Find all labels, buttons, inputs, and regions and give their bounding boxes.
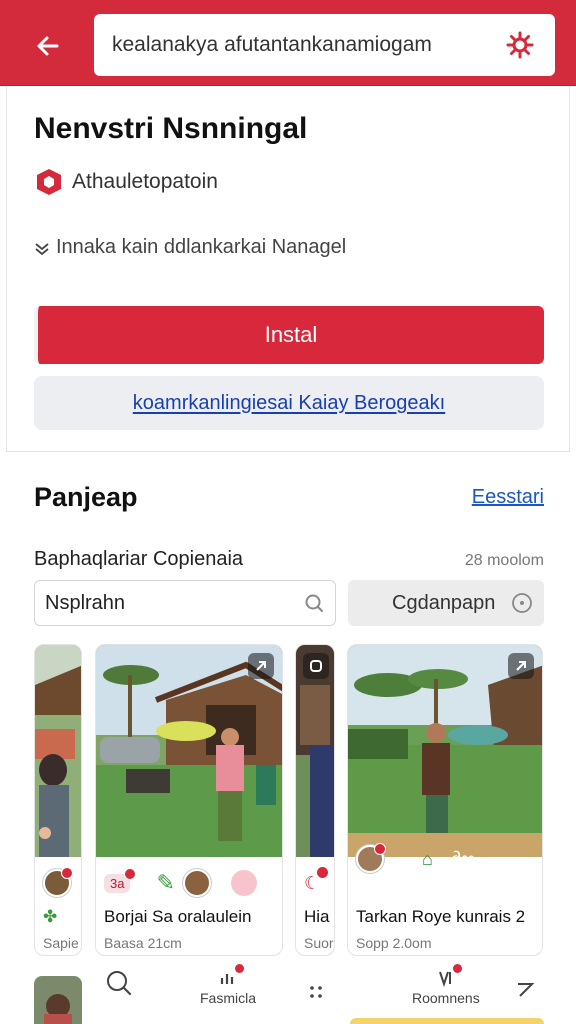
card-subtitle: Sapie: [43, 935, 79, 951]
notification-dot: [317, 866, 329, 878]
subsection-meta: 28 moolom: [464, 552, 544, 569]
tag-badge-text: 3a: [110, 875, 125, 891]
card-title: Hia: [304, 907, 330, 926]
notification-dot: [124, 867, 137, 880]
card-subtitle: Suor: [304, 935, 334, 951]
avatar: [182, 869, 211, 897]
search-query-text: kealanakya afutantankanamiogam: [112, 33, 432, 56]
developer-row[interactable]: Athauletopatoin: [36, 168, 218, 196]
nav-rooms-label: Roomnens: [412, 990, 480, 1006]
card-meta-row: 3a ✎: [96, 857, 282, 909]
notification-dot: [61, 867, 73, 879]
notification-dot: [374, 843, 386, 855]
nav-rooms[interactable]: Roomnens: [412, 964, 480, 1006]
install-button[interactable]: Instal: [34, 306, 544, 364]
moon-icon: ☾: [304, 866, 329, 894]
share-icon[interactable]: [508, 653, 534, 679]
search-input[interactable]: kealanakya afutantankanamiogam: [94, 14, 555, 76]
filter-dropdown[interactable]: Cgdanpapn: [348, 580, 544, 626]
card-meta-row: ☾: [296, 857, 334, 909]
nav-charts[interactable]: Fasmicla: [200, 964, 257, 1006]
chat-icon[interactable]: [230, 870, 257, 896]
content-card[interactable]: ☾ Hia Suor: [295, 644, 335, 956]
app-info-row: Innaka kain ddlankarkai Nanagel: [34, 236, 346, 259]
see-all-link[interactable]: Eesstari: [472, 486, 544, 509]
avatar: [43, 867, 73, 897]
search-icon: [107, 971, 132, 996]
card-meta-row: [35, 857, 81, 909]
search-icon: [305, 594, 323, 612]
card-subtitle: Sopp 2.0om: [356, 935, 432, 951]
link-icon[interactable]: ∂∞: [451, 848, 475, 871]
card-photo: [296, 645, 334, 857]
avatar: [356, 843, 386, 873]
card-photo: [96, 645, 282, 857]
bookmark-icon[interactable]: [303, 653, 329, 679]
share-icon[interactable]: [248, 653, 274, 679]
card-title: Tarkan Roye kunrais 2: [356, 907, 526, 926]
next-card-peek[interactable]: [350, 1018, 544, 1024]
content-card[interactable]: 3a ✎ Borjai Sa oralaulein Baasa 21cm: [95, 644, 283, 956]
nav-send[interactable]: [514, 978, 536, 1000]
subsection-label: Baphaqlariar Copienaia: [34, 548, 244, 570]
grid-icon: [310, 986, 322, 998]
card-photo: [35, 645, 81, 857]
tag-badge: 3a: [104, 867, 137, 893]
filter-search-input[interactable]: Nsplrahn: [34, 580, 336, 626]
content-card[interactable]: ⌂ ∂∞ Tarkan Roye kunrais 2 Sopp 2.0om: [347, 644, 543, 956]
app-title: Nenvstri Nsnningal: [34, 112, 308, 145]
section-title: Panjeap: [34, 482, 138, 512]
app-info-text: Innaka kain ddlankarkai Nanagel: [56, 236, 347, 258]
leaf-icon: ✎: [156, 870, 175, 895]
clock-icon: [512, 593, 532, 613]
developer-name: Athauletopatoin: [72, 170, 218, 193]
gear-icon[interactable]: [503, 28, 537, 62]
nav-charts-label: Fasmicla: [200, 990, 257, 1006]
chevron-down-icon: [35, 242, 49, 255]
bottom-navigation: [0, 960, 576, 1024]
secondary-link-button[interactable]: koamrkanlingiesai Kaiay Berogeakı: [34, 376, 544, 430]
card-meta-row: ⌂ ∂∞: [348, 833, 542, 885]
shield-icon: [37, 169, 61, 195]
notification-dot: [235, 964, 244, 973]
content-card[interactable]: ✤ Sapie: [34, 644, 82, 956]
home-icon: ⌂: [422, 848, 433, 869]
filter-input-value: Nsplrahn: [45, 591, 126, 614]
back-button[interactable]: [28, 26, 68, 66]
card-photo: [348, 645, 542, 857]
nav-search[interactable]: [104, 968, 134, 998]
nav-grid[interactable]: [306, 982, 326, 1002]
send-icon: [518, 983, 535, 997]
card-title: Borjai Sa oralaulein: [104, 907, 252, 926]
card-subtitle: Baasa 21cm: [104, 935, 182, 951]
arrow-left-icon: [37, 36, 59, 56]
next-card-peek[interactable]: [34, 976, 82, 1024]
filter-dropdown-value: Cgdanpapn: [392, 591, 496, 614]
card-title: ✤: [43, 907, 57, 927]
notification-dot: [452, 964, 462, 973]
leaf-icon: ✤: [43, 907, 58, 926]
